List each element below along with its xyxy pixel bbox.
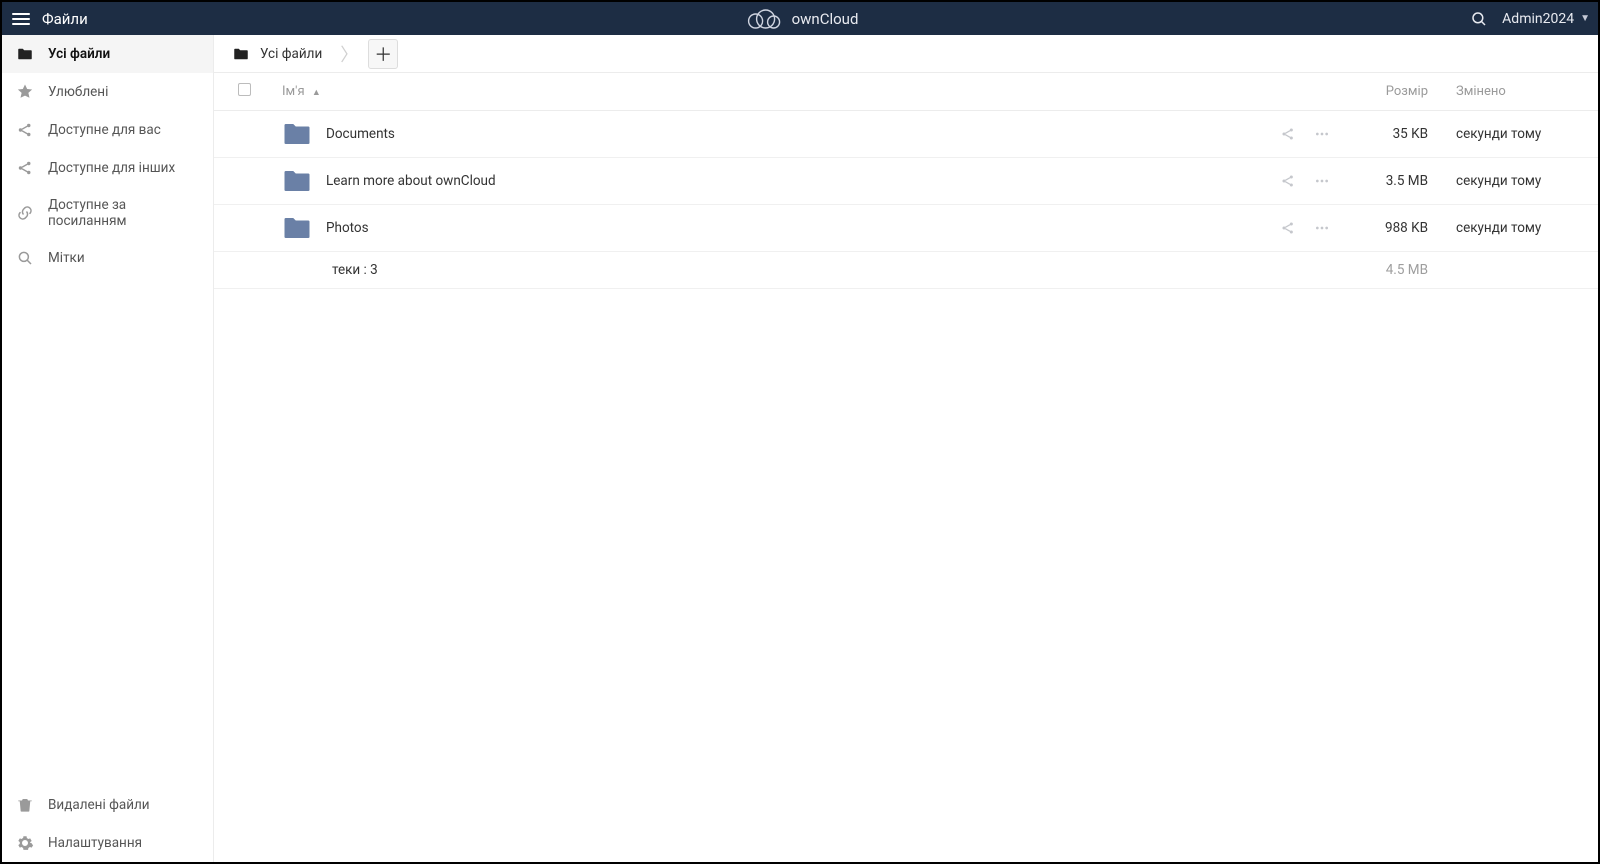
share-icon xyxy=(16,159,34,177)
trash-icon xyxy=(16,796,34,814)
table-summary-row: теки : 3 4.5 MB xyxy=(214,252,1598,289)
brand-name: ownCloud xyxy=(792,10,859,28)
share-icon xyxy=(16,121,34,139)
breadcrumb-separator-icon: 〉 xyxy=(338,41,360,67)
sidebar-item-label: Видалені файли xyxy=(48,797,150,813)
content-area: Усі файли 〉 ＋ Ім'я ▲ xyxy=(214,35,1598,862)
share-button[interactable] xyxy=(1280,173,1296,189)
menu-toggle-button[interactable] xyxy=(10,8,32,30)
folder-icon xyxy=(232,45,250,63)
owncloud-logo-icon xyxy=(742,7,782,31)
user-name: Admin2024 xyxy=(1502,11,1574,27)
folder-icon xyxy=(282,121,312,147)
caret-down-icon: ▼ xyxy=(1580,13,1590,24)
link-icon xyxy=(16,204,34,222)
more-button[interactable] xyxy=(1314,173,1330,189)
sidebar-item-settings[interactable]: Налаштування xyxy=(2,824,213,862)
file-size: 3.5 MB xyxy=(1338,158,1448,205)
select-all-checkbox[interactable] xyxy=(238,83,251,96)
sidebar-item-tags[interactable]: Мітки xyxy=(2,239,213,277)
sort-asc-icon: ▲ xyxy=(312,88,321,98)
new-button[interactable]: ＋ xyxy=(368,39,398,69)
sidebar-item-label: Доступне для вас xyxy=(48,122,161,138)
sidebar-item-label: Доступне за посиланням xyxy=(48,197,199,229)
brand[interactable]: ownCloud xyxy=(742,7,859,31)
user-menu[interactable]: Admin2024 ▼ xyxy=(1502,11,1590,27)
breadcrumb-label: Усі файли xyxy=(260,46,322,62)
file-modified: секунди тому xyxy=(1448,158,1598,205)
column-header-modified[interactable]: Змінено xyxy=(1448,73,1598,111)
app-title: Файли xyxy=(42,10,88,28)
file-table: Ім'я ▲ Розмір Змінено xyxy=(214,73,1598,289)
file-name-label: Learn more about ownCloud xyxy=(326,173,496,189)
sidebar-item-label: Улюблені xyxy=(48,84,108,100)
file-name-label: Photos xyxy=(326,220,369,236)
sidebar-item-shared-with-others[interactable]: Доступне для інших xyxy=(2,149,213,187)
star-icon xyxy=(16,83,34,101)
table-header-row: Ім'я ▲ Розмір Змінено xyxy=(214,73,1598,111)
plus-icon: ＋ xyxy=(374,41,392,67)
share-button[interactable] xyxy=(1280,220,1296,236)
sidebar-item-deleted-files[interactable]: Видалені файли xyxy=(2,786,213,824)
file-size: 988 KB xyxy=(1338,205,1448,252)
file-modified: секунди тому xyxy=(1448,111,1598,158)
sidebar: Усі файли Улюблені Доступне для вас Дост… xyxy=(2,35,214,862)
more-button[interactable] xyxy=(1314,220,1330,236)
folder-icon xyxy=(282,215,312,241)
table-row[interactable]: Learn more about ownCloud xyxy=(214,158,1598,205)
file-modified: секунди тому xyxy=(1448,205,1598,252)
table-row[interactable]: Documents 35 KB xyxy=(214,111,1598,158)
column-header-name[interactable]: Ім'я ▲ xyxy=(274,73,1248,111)
sidebar-item-label: Доступне для інших xyxy=(48,160,175,176)
search-icon xyxy=(16,249,34,267)
column-header-size[interactable]: Розмір xyxy=(1338,73,1448,111)
sidebar-item-label: Мітки xyxy=(48,250,85,266)
file-size: 35 KB xyxy=(1338,111,1448,158)
more-button[interactable] xyxy=(1314,126,1330,142)
controls-bar: Усі файли 〉 ＋ xyxy=(214,35,1598,73)
folder-icon xyxy=(16,45,34,63)
search-button[interactable] xyxy=(1470,10,1488,28)
table-row[interactable]: Photos 988 KB xyxy=(214,205,1598,252)
breadcrumb-root[interactable]: Усі файли xyxy=(224,41,330,67)
summary-total-size: 4.5 MB xyxy=(1338,252,1448,289)
sidebar-item-all-files[interactable]: Усі файли xyxy=(2,35,213,73)
sidebar-item-label: Налаштування xyxy=(48,835,142,851)
summary-label: теки : 3 xyxy=(274,252,1248,289)
sidebar-item-shared-with-you[interactable]: Доступне для вас xyxy=(2,111,213,149)
gear-icon xyxy=(16,834,34,852)
share-button[interactable] xyxy=(1280,126,1296,142)
sidebar-item-shared-by-link[interactable]: Доступне за посиланням xyxy=(2,187,213,239)
sidebar-item-favorites[interactable]: Улюблені xyxy=(2,73,213,111)
file-name-label: Documents xyxy=(326,126,395,142)
folder-icon xyxy=(282,168,312,194)
sidebar-item-label: Усі файли xyxy=(48,46,110,62)
topbar: Файли ownCloud Admin2024 ▼ xyxy=(2,2,1598,35)
